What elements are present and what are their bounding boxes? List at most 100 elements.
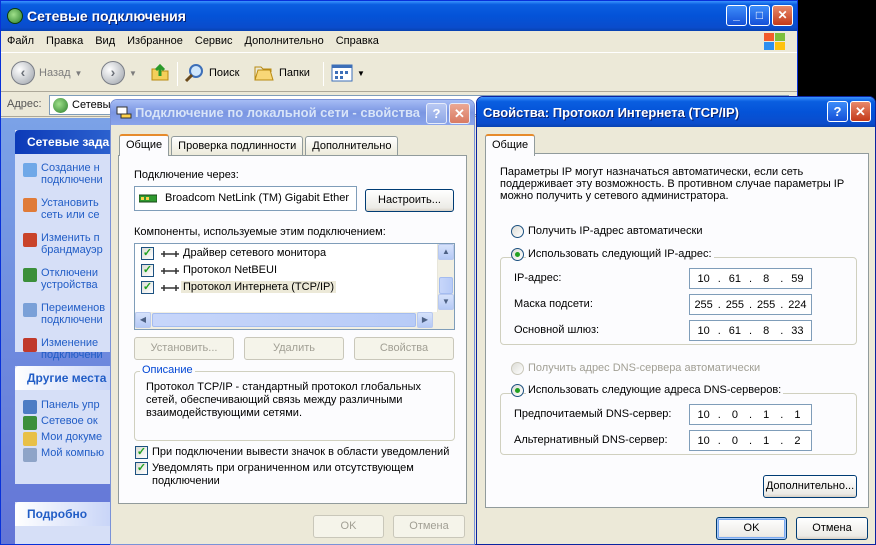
tab-general[interactable]: Общие [485,134,536,156]
rename-icon [23,303,37,317]
manual-ip-label: Использовать следующий IP-адрес: [526,248,714,260]
auto-ip-radio[interactable] [511,225,524,238]
ip-octet[interactable]: 61 [721,273,748,285]
components-list[interactable]: ✓ Драйвер сетевого монитора ✓ Протокол NetB… [134,243,455,330]
menu-advanced[interactable]: Дополнительно [239,31,330,47]
components-label: Компоненты, используемые этим подключени… [134,226,386,238]
other-places-header[interactable]: Другие места [15,366,115,390]
ip-octet[interactable]: 0 [721,409,748,421]
ip-octet[interactable]: 224 [784,299,811,311]
ip-octet[interactable]: 255 [690,299,717,311]
manual-ip-radio[interactable] [511,248,524,261]
subnet-mask-input[interactable]: 255. 255. 255. 224 [689,294,812,315]
configure-button[interactable]: Настроить... [365,189,454,212]
uninstall-button[interactable]: Удалить [244,337,344,360]
task-link[interactable]: Установить сеть или се [15,197,115,221]
menu-favorites[interactable]: Избранное [121,31,189,47]
task-link[interactable]: Панель упр [15,399,115,414]
tcpip-properties-dialog: Свойства: Протокол Интернета (TCP/IP) ? … [476,96,876,545]
forward-arrow-icon: › [101,61,125,85]
ip-octet[interactable]: 10 [690,435,717,447]
ip-octet[interactable]: 8 [753,325,780,337]
ip-octet[interactable]: 10 [690,325,717,337]
task-link[interactable]: Мои докуме [15,431,115,446]
ip-octet[interactable]: 59 [784,273,811,285]
ip-octet[interactable]: 10 [690,273,717,285]
tab-general[interactable]: Общие [119,134,170,156]
details-header[interactable]: Подробно [15,502,115,526]
ip-octet[interactable]: 0 [721,435,748,447]
close-button[interactable]: ✕ [850,101,871,122]
vertical-scrollbar[interactable]: ▲ ▼ [437,244,454,312]
close-button[interactable]: ✕ [772,5,793,26]
ip-octet[interactable]: 255 [753,299,780,311]
ok-button[interactable]: OK [313,515,384,538]
help-button[interactable]: ? [426,103,447,124]
help-button[interactable]: ? [827,101,848,122]
task-link[interactable]: Переименов подключени [15,302,115,326]
details-panel: Подробно [15,502,115,544]
install-button[interactable]: Установить... [134,337,234,360]
lan-dialog-title-bar[interactable]: Подключение по локальной сети - свойства… [111,100,474,125]
lan-general-page: Подключение через: Broadcom NetLink (TM)… [118,155,467,504]
advanced-button[interactable]: Дополнительно... [763,475,857,498]
scroll-left-button[interactable]: ◀ [135,312,151,328]
gateway-input[interactable]: 10. 61. 8. 33 [689,320,812,341]
task-link[interactable]: Мой компью [15,447,115,462]
menu-tools[interactable]: Сервис [189,31,239,47]
ip-octet[interactable]: 8 [753,273,780,285]
scroll-thumb[interactable] [152,313,416,327]
preferred-dns-input[interactable]: 10. 0. 1. 1 [689,404,812,425]
task-link[interactable]: Отключени устройства [15,267,115,291]
manual-dns-radio[interactable] [511,384,524,397]
ip-octet[interactable]: 2 [784,435,811,447]
ip-octet[interactable]: 61 [721,325,748,337]
close-button[interactable]: ✕ [449,103,470,124]
tab-advanced[interactable]: Дополнительно [305,136,399,156]
explorer-title-bar[interactable]: Сетевые подключения _ □ ✕ [1,1,797,31]
scroll-thumb[interactable] [439,277,453,294]
cancel-button[interactable]: Отмена [796,517,868,540]
ip-address-input[interactable]: 10. 61. 8. 59 [689,268,812,289]
back-button[interactable]: ‹ Назад ▼ [11,60,82,86]
minimize-button[interactable]: _ [726,5,747,26]
menu-help[interactable]: Справка [330,31,385,47]
scroll-right-button[interactable]: ▶ [417,312,433,328]
ip-octet[interactable]: 1 [784,409,811,421]
ip-octet[interactable]: 10 [690,409,717,421]
tab-authentication[interactable]: Проверка подлинности [171,136,304,156]
task-link[interactable]: Изменить п брандмауэр [15,232,115,256]
up-button[interactable] [149,60,171,86]
auto-dns-radio[interactable] [511,362,524,375]
task-link[interactable]: Создание н подключени [15,162,115,186]
views-button[interactable]: ▼ [331,60,365,86]
search-button[interactable]: Поиск [183,60,239,86]
maximize-button[interactable]: □ [749,5,770,26]
folders-button[interactable]: Папки [253,60,310,86]
task-link[interactable]: Изменение подключени [15,337,115,361]
component-checkbox[interactable]: ✓ [141,247,154,260]
component-checkbox[interactable]: ✓ [141,264,154,277]
tcpip-dialog-title-bar[interactable]: Свойства: Протокол Интернета (TCP/IP) ? … [477,97,875,127]
horizontal-scrollbar[interactable]: ◀ ▶ [135,312,454,329]
scroll-up-button[interactable]: ▲ [438,244,454,260]
properties-button[interactable]: Свойства [354,337,454,360]
menu-file[interactable]: Файл [1,31,40,47]
show-icon-checkbox[interactable]: ✓ [135,446,148,459]
menu-edit[interactable]: Правка [40,31,89,47]
cancel-button[interactable]: Отмена [393,515,465,538]
ip-octet[interactable]: 1 [753,435,780,447]
scroll-down-button[interactable]: ▼ [438,294,454,310]
ip-octet[interactable]: 33 [784,325,811,337]
component-checkbox[interactable]: ✓ [141,281,154,294]
ok-button[interactable]: OK [716,517,787,540]
menu-view[interactable]: Вид [89,31,121,47]
task-link-label: Установить сеть или се [41,197,100,221]
network-tasks-header[interactable]: Сетевые зада [15,130,115,154]
forward-button[interactable]: › ▼ [101,60,137,86]
ip-octet[interactable]: 255 [721,299,748,311]
ip-octet[interactable]: 1 [753,409,780,421]
notify-checkbox[interactable]: ✓ [135,462,148,475]
alternate-dns-input[interactable]: 10. 0. 1. 2 [689,430,812,451]
task-link[interactable]: Сетевое ок [15,415,115,430]
